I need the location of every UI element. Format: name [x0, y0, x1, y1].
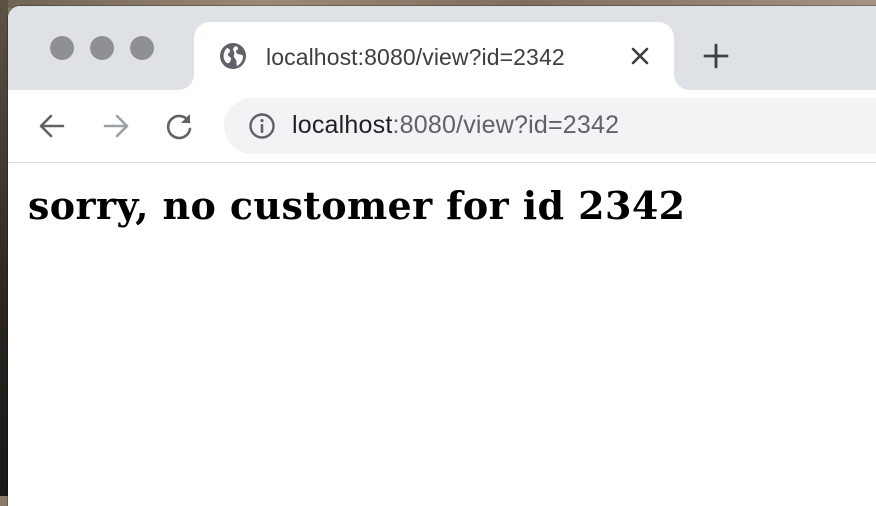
- active-tab[interactable]: localhost:8080/view?id=2342: [194, 22, 674, 90]
- url-text[interactable]: localhost:8080/view?id=2342: [292, 111, 619, 140]
- browser-window: localhost:8080/view?id=2342 localhost:80…: [8, 6, 876, 506]
- globe-icon: [219, 42, 247, 70]
- desktop-background-edge: [0, 0, 8, 496]
- address-bar[interactable]: localhost:8080/view?id=2342: [224, 98, 876, 154]
- url-host: localhost: [292, 111, 393, 139]
- arrow-right-icon[interactable]: [100, 110, 132, 142]
- close-icon[interactable]: [630, 46, 650, 66]
- window-minimize-button[interactable]: [90, 36, 114, 60]
- window-close-button[interactable]: [50, 36, 74, 60]
- info-icon[interactable]: [248, 112, 276, 140]
- page-content: sorry, no customer for id 2342: [8, 163, 876, 506]
- reload-icon[interactable]: [164, 110, 196, 142]
- tab-strip: localhost:8080/view?id=2342: [8, 6, 876, 90]
- window-zoom-button[interactable]: [130, 36, 154, 60]
- plus-icon[interactable]: [702, 42, 730, 70]
- error-message: sorry, no customer for id 2342: [28, 183, 686, 228]
- arrow-left-icon[interactable]: [36, 110, 68, 142]
- tab-title: localhost:8080/view?id=2342: [266, 44, 565, 70]
- browser-toolbar: localhost:8080/view?id=2342: [8, 90, 876, 163]
- url-path: :8080/view?id=2342: [392, 111, 620, 139]
